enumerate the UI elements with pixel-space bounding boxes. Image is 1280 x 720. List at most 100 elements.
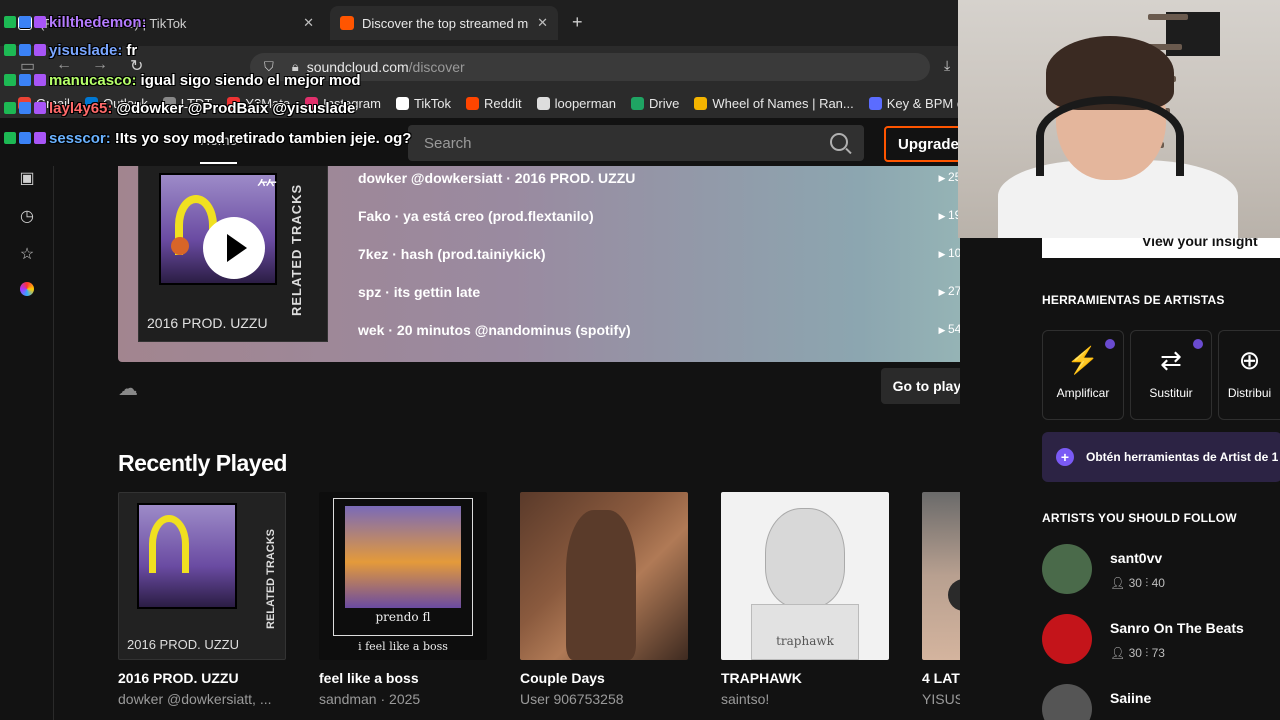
history-clock-icon[interactable]: ◷	[18, 208, 36, 226]
right-sidebar: View your insight HERRAMIENTAS DE ARTIST…	[1030, 234, 1280, 720]
bookmark-favicon-icon	[536, 96, 550, 110]
play-button[interactable]	[203, 217, 265, 279]
card-subtitle[interactable]: YISUS SLA	[922, 691, 960, 707]
chat-message: yisuslade: fr	[4, 42, 137, 59]
cover-art[interactable]	[922, 492, 960, 660]
bookmark-item[interactable]: Wheel of Names | Ran...	[694, 96, 854, 111]
tracks-count: 40	[1151, 576, 1165, 590]
card-title[interactable]: 4 LATIDOS	[922, 670, 960, 686]
card-subtitle[interactable]: sandman · 2025	[319, 691, 487, 707]
track-title[interactable]: wek · 20 minutos @nandominus (spotify)	[358, 322, 631, 338]
go-to-playlist-button[interactable]: Go to playlist	[881, 368, 960, 404]
library-icon[interactable]: ▣	[18, 170, 36, 188]
soundcloud-logo-icon: ☁	[118, 378, 138, 400]
tool-amplify[interactable]: ⚡ Amplificar	[1042, 330, 1124, 420]
tracks-icon: ⫶	[1141, 576, 1152, 590]
card-subtitle[interactable]: User 906753258	[520, 691, 688, 707]
artist-suggestion[interactable]: Saiine	[1042, 684, 1280, 720]
artist-suggestion[interactable]: sant0vv 👤︎ 30 ⫶ 40	[1042, 544, 1280, 604]
artist-name[interactable]: sant0vv	[1110, 550, 1162, 566]
logo-symbol: ⺮	[257, 179, 277, 201]
play-count: 105	[939, 246, 960, 262]
cover-caption: traphawk	[776, 634, 834, 648]
card-title[interactable]: feel like a boss	[319, 670, 487, 686]
color-circle-icon[interactable]	[18, 282, 36, 300]
bookmark-favicon-icon	[631, 96, 645, 110]
cover-caption: prendo fl	[375, 610, 431, 624]
tracks-count: 73	[1151, 646, 1165, 660]
headphones-icon	[1036, 96, 1184, 176]
tools-heading: HERRAMIENTAS DE ARTISTAS	[1042, 293, 1225, 307]
followers-count: 30	[1128, 646, 1142, 660]
chat-badge-icon	[19, 44, 31, 56]
chat-username: yisuslade:	[49, 42, 123, 59]
chat-username: layl4y65:	[49, 100, 113, 117]
track-row[interactable]: 7kez · hash (prod.tainiykick) 105	[358, 246, 960, 262]
new-tab-button[interactable]: +	[572, 12, 583, 33]
tool-distribute[interactable]: ⊕ Distribui	[1218, 330, 1280, 420]
artist-pro-promo[interactable]: + Obtén herramientas de Artist de 1	[1042, 432, 1280, 482]
chat-message: killthedemon:	[4, 14, 151, 31]
recent-card[interactable]: prendo fl i feel like a boss feel like a…	[319, 492, 487, 707]
track-row[interactable]: Fako · ya está creo (prod.flextanilo) 197	[358, 208, 960, 224]
basketball-icon	[171, 237, 189, 255]
followers-count: 30	[1128, 576, 1142, 590]
track-title[interactable]: spz · its gettin late	[358, 284, 480, 300]
promo-text: Obtén herramientas de Artist de 1	[1086, 450, 1279, 464]
artist-name[interactable]: Sanro On The Beats	[1110, 620, 1244, 636]
chat-badge-icon	[4, 16, 16, 28]
track-title[interactable]: dowker @dowkersiatt · 2016 PROD. UZZU	[358, 170, 635, 186]
cover-art[interactable]: prendo fl i feel like a boss	[319, 492, 487, 660]
artist-suggestion[interactable]: Sanro On The Beats 👤︎ 30 ⫶ 73	[1042, 614, 1280, 674]
card-subtitle[interactable]: saintso!	[721, 691, 889, 707]
view-insights-link[interactable]: View your insight	[1042, 234, 1280, 258]
chat-message: layl4y65: @dowker @ProdBaix @yisuslade	[4, 100, 355, 117]
card-title[interactable]: Couple Days	[520, 670, 688, 686]
search-input[interactable]: Search	[408, 125, 864, 161]
recent-card[interactable]: traphawk TRAPHAWK saintso!	[721, 492, 889, 707]
track-title[interactable]: Fako · ya está creo (prod.flextanilo)	[358, 208, 594, 224]
webcam-overlay	[958, 0, 1280, 238]
bookmark-item[interactable]: looperman	[536, 95, 617, 111]
playlist-artwork[interactable]: ⺮ RELATED TRACKS 2016 PROD. UZZU	[138, 166, 328, 342]
recent-card[interactable]: Couple Days User 906753258	[520, 492, 688, 707]
card-title[interactable]: 2016 PROD. UZZU	[118, 670, 286, 686]
track-row[interactable]: spz · its gettin late 272	[358, 284, 960, 300]
avatar[interactable]	[1042, 684, 1092, 720]
cover-art[interactable]: RELATED TRACKS 2016 PROD. UZZU	[118, 492, 286, 660]
related-tracks-card: ⺮ RELATED TRACKS 2016 PROD. UZZU dowker …	[118, 166, 960, 362]
bookmark-item[interactable]: Drive	[631, 96, 679, 111]
bookmark-label: looperman	[554, 95, 617, 111]
artist-name[interactable]: Saiine	[1110, 690, 1151, 706]
chat-badge-icon	[19, 102, 31, 114]
card-subtitle[interactable]: dowker @dowkersiatt, ...	[118, 691, 286, 707]
followers-icon: 👤︎	[1110, 576, 1129, 590]
cover-art[interactable]	[520, 492, 688, 660]
download-icon[interactable]: ⤓	[944, 57, 950, 74]
track-row[interactable]: wek · 20 minutos @nandominus (spotify) 54…	[358, 322, 960, 338]
plus-icon: +	[1056, 448, 1074, 466]
left-rail: ▣ ◷ ☆	[0, 118, 54, 720]
recently-played-heading: Recently Played	[118, 450, 287, 476]
avatar[interactable]	[1042, 614, 1092, 664]
close-tab-icon[interactable]: ✕	[537, 15, 548, 31]
search-icon[interactable]	[830, 133, 848, 151]
track-title[interactable]: 7kez · hash (prod.tainiykick)	[358, 246, 546, 262]
recent-card[interactable]: RELATED TRACKS 2016 PROD. UZZU 2016 PROD…	[118, 492, 286, 707]
star-icon[interactable]: ☆	[18, 246, 36, 264]
followers-icon: 👤︎	[1110, 646, 1129, 660]
chat-badge-icon	[4, 132, 16, 144]
chat-badge-icon	[4, 74, 16, 86]
bookmark-item[interactable]: Reddit	[466, 96, 522, 111]
play-count: 197	[939, 208, 960, 224]
tool-replace[interactable]: ⇄ Sustituir	[1130, 330, 1212, 420]
avatar[interactable]	[1042, 544, 1092, 594]
bookmark-item[interactable]: Key & BPM of a	[868, 96, 960, 111]
globe-icon: ⊕	[1238, 345, 1261, 375]
card-title[interactable]: TRAPHAWK	[721, 670, 889, 686]
cover-art[interactable]: traphawk	[721, 492, 889, 660]
stream-chat-overlay: killthedemon: yisuslade: fr manucasco: igual…	[4, 10, 434, 160]
artwork-caption: 2016 PROD. UZZU	[147, 315, 268, 331]
track-row[interactable]: dowker @dowkersiatt · 2016 PROD. UZZU 254	[358, 170, 960, 186]
bookmark-label: Reddit	[484, 95, 522, 111]
